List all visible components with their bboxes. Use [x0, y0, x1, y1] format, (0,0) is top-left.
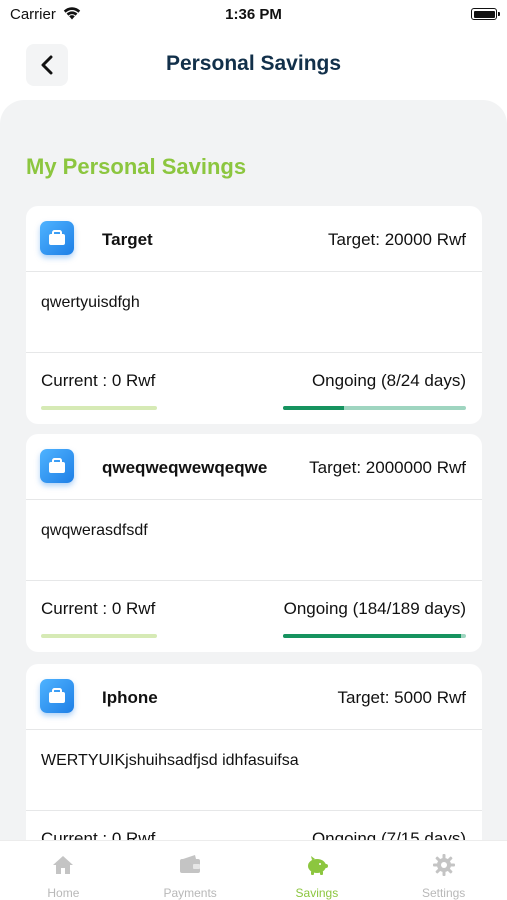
saving-current: Current : 0 Rwf: [41, 371, 156, 390]
piggy-bank-icon: [307, 856, 328, 875]
savings-card[interactable]: qweqweqwewqeqwe Target: 2000000 Rwf qwqw…: [26, 434, 482, 652]
savings-panel: My Personal Savings Target Target: 20000…: [0, 100, 507, 840]
status-time: 1:36 PM: [225, 6, 282, 23]
saving-target: Target: 20000 Rwf: [328, 230, 466, 249]
card-header: Iphone Target: 5000 Rwf: [26, 664, 482, 730]
tab-label: Payments: [163, 886, 217, 900]
saving-name: qweqweqwewqeqwe: [102, 458, 268, 477]
progress-fill: [283, 634, 462, 638]
tab-settings[interactable]: Settings: [380, 841, 507, 900]
progress-bar: [283, 634, 466, 638]
saving-status: Ongoing (184/189 days): [283, 599, 466, 618]
page-title: Personal Savings: [165, 52, 342, 75]
saving-name: Target: [102, 230, 153, 249]
gear-icon: [432, 854, 455, 876]
saving-target: Target: 5000 Rwf: [337, 688, 466, 707]
tab-label: Settings: [421, 886, 466, 900]
wallet-icon: [40, 449, 74, 483]
saving-name: Iphone: [102, 688, 158, 707]
card-header: Target Target: 20000 Rwf: [26, 206, 482, 272]
saving-current: Current : 0 Rwf: [41, 829, 156, 840]
tab-savings[interactable]: Savings: [254, 841, 381, 900]
saving-description: qwqwerasdfsdf: [41, 522, 148, 539]
wallet-icon: [40, 679, 74, 713]
card-footer: Current : 0 Rwf Ongoing (7/15 days): [26, 810, 482, 840]
tab-home[interactable]: Home: [0, 841, 127, 900]
savings-card[interactable]: Iphone Target: 5000 Rwf WERTYUIKjshuihsa…: [26, 664, 482, 840]
tab-label: Home: [47, 886, 80, 900]
wallet-icon: [40, 221, 74, 255]
saving-description: qwertyuisdfgh: [41, 294, 140, 311]
saving-target: Target: 2000000 Rwf: [309, 458, 466, 477]
tab-bar: Home Payments Savings Settings: [0, 840, 507, 900]
home-icon: [53, 856, 74, 874]
current-amount-bar: [41, 406, 157, 410]
saving-description: WERTYUIKjshuihsadfjsd idhfasuifsa: [41, 752, 299, 769]
progress-fill: [283, 406, 344, 410]
progress-bar: [283, 406, 466, 410]
saving-status: Ongoing (7/15 days): [311, 829, 466, 840]
wallet-icon: [180, 855, 201, 873]
status-bar: Carrier 1:36 PM: [0, 0, 507, 30]
saving-current: Current : 0 Rwf: [41, 599, 156, 618]
card-footer: Current : 0 Rwf Ongoing (8/24 days): [26, 352, 482, 424]
section-title: My Personal Savings: [26, 154, 247, 179]
savings-card[interactable]: Target Target: 20000 Rwf qwertyuisdfgh C…: [26, 206, 482, 424]
saving-status: Ongoing (8/24 days): [311, 371, 466, 390]
card-footer: Current : 0 Rwf Ongoing (184/189 days): [26, 580, 482, 652]
current-amount-bar: [41, 634, 157, 638]
tab-label: Savings: [295, 886, 339, 900]
card-header: qweqweqwewqeqwe Target: 2000000 Rwf: [26, 434, 482, 500]
tab-payments[interactable]: Payments: [127, 841, 254, 900]
header: Personal Savings: [0, 30, 507, 100]
battery-icon: [471, 8, 500, 20]
